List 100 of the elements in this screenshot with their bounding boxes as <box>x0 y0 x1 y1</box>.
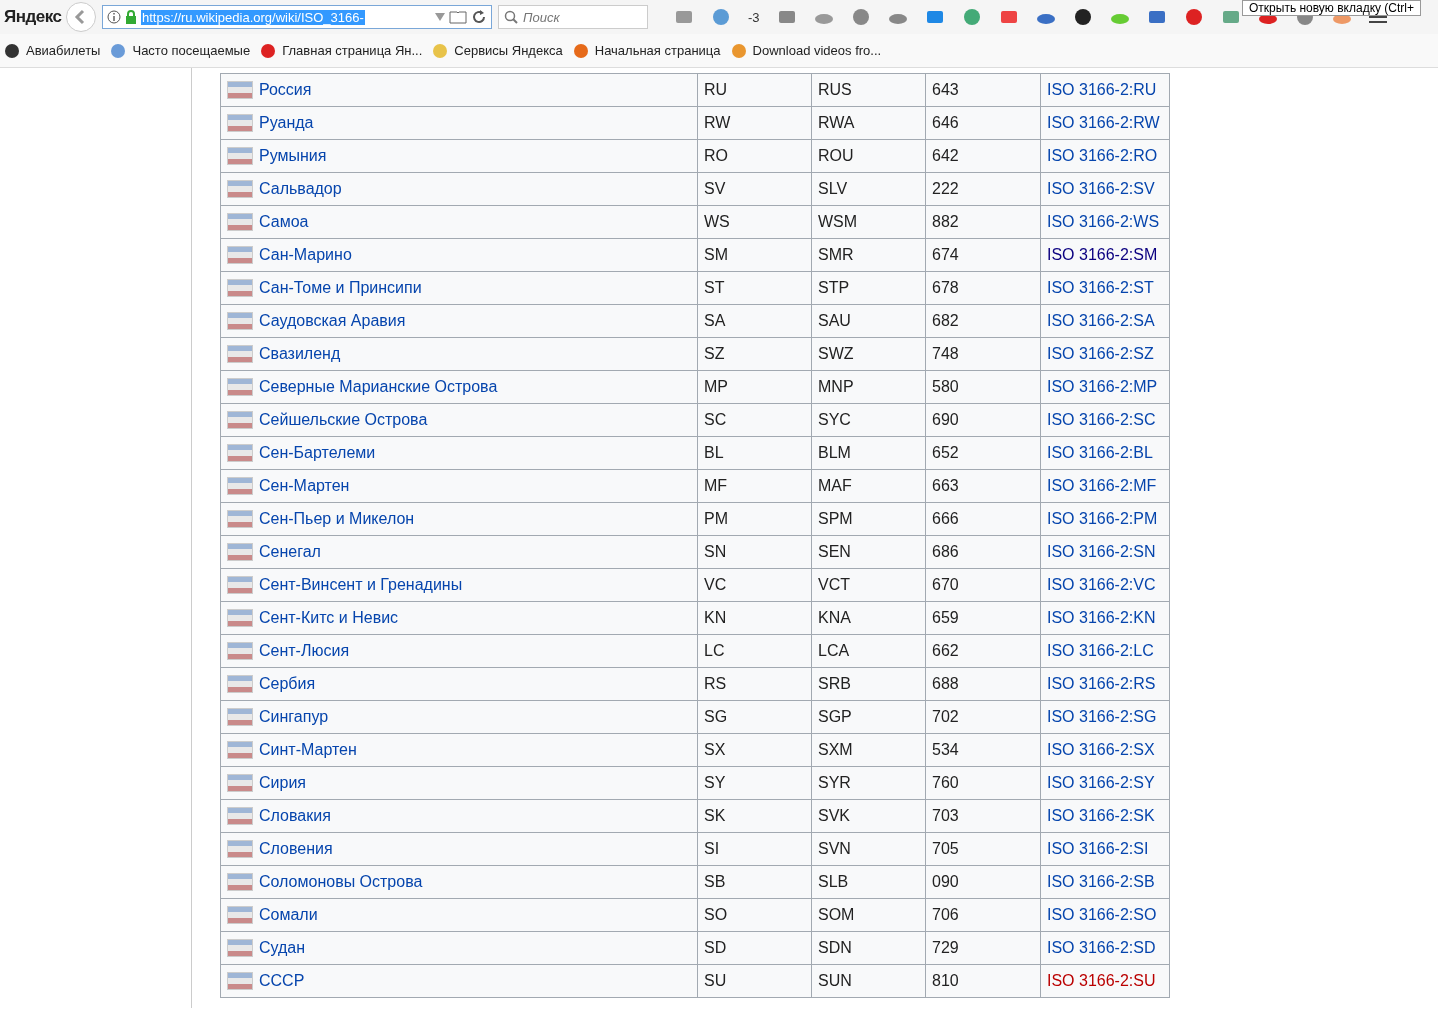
table-cell: SV <box>697 172 812 206</box>
table-cell: 678 <box>925 271 1041 305</box>
table-cell: 662 <box>925 634 1041 668</box>
flag-icon <box>227 642 253 660</box>
country-link[interactable]: Сенегал <box>259 543 321 561</box>
toolbar-extension-icon[interactable] <box>1072 7 1093 27</box>
table-cell: BLM <box>811 436 926 470</box>
table-cell: SY <box>697 766 812 800</box>
table-cell: SVN <box>811 832 926 866</box>
bookmark-icon <box>572 42 589 59</box>
table-cell: SO <box>697 898 812 932</box>
bookmark-icon <box>4 42 20 59</box>
table-cell: RWA <box>811 106 926 140</box>
bookmark-link[interactable]: Начальная страница <box>594 43 721 58</box>
table-cell: VCT <box>811 568 926 602</box>
weather-temperature[interactable]: -3 <box>748 9 760 25</box>
bookmark-link[interactable]: Сервисы Яндекса <box>454 43 563 58</box>
table-cell: 810 <box>925 964 1041 998</box>
table-cell: ROU <box>811 139 926 173</box>
bookmark-link[interactable]: Часто посещаемые <box>132 43 251 58</box>
bookmark-link[interactable]: Главная страница Ян... <box>282 43 423 58</box>
country-link[interactable]: Самоа <box>259 213 309 231</box>
dropdown-icon[interactable] <box>435 13 445 21</box>
bookmark-icon <box>432 42 449 59</box>
table-cell: SZ <box>697 337 812 371</box>
table-cell: 702 <box>925 700 1041 734</box>
reader-view-icon[interactable] <box>449 10 467 24</box>
country-link[interactable]: Свазиленд <box>259 345 341 363</box>
table-cell: 748 <box>925 337 1041 371</box>
table-cell: SN <box>697 535 812 569</box>
country-link[interactable]: Судан <box>259 939 306 957</box>
table-cell: 703 <box>925 799 1041 833</box>
bookmark-icon <box>730 42 747 59</box>
flag-icon <box>227 246 253 264</box>
table-cell: SAU <box>811 304 926 338</box>
info-icon[interactable] <box>107 10 121 24</box>
flag-icon <box>227 180 253 198</box>
country-link[interactable]: Сан-Марино <box>259 246 352 264</box>
search-field[interactable]: Поиск <box>498 5 648 29</box>
table-cell: 222 <box>925 172 1041 206</box>
browser-logo[interactable]: Яндекс <box>4 7 60 27</box>
table-cell: 682 <box>925 304 1041 338</box>
table-cell: SUN <box>811 964 926 998</box>
flag-icon <box>227 576 253 594</box>
country-link[interactable]: Россия <box>259 81 312 99</box>
country-link[interactable]: Синт-Мартен <box>259 741 357 759</box>
table-cell: SRB <box>811 667 926 701</box>
table-cell: SDN <box>811 931 926 965</box>
country-link[interactable]: Румыния <box>259 147 327 165</box>
country-link[interactable]: Соломоновы Острова <box>259 873 423 891</box>
table-cell: BL <box>697 436 812 470</box>
table-cell: RO <box>697 139 812 173</box>
table-cell: LCA <box>811 634 926 668</box>
country-link[interactable]: Сен-Бартелеми <box>259 444 376 462</box>
country-link[interactable]: Сингапур <box>259 708 329 726</box>
bookmark-icon <box>260 42 277 59</box>
table-cell: SK <box>697 799 812 833</box>
table-cell: SXM <box>811 733 926 767</box>
country-link[interactable]: Сент-Китс и Невис <box>259 609 399 627</box>
country-link[interactable]: Сербия <box>259 675 316 693</box>
flag-icon <box>227 81 253 99</box>
country-link[interactable]: Сен-Мартен <box>259 477 350 495</box>
reload-icon[interactable] <box>471 9 487 25</box>
country-link[interactable]: Словения <box>259 840 333 858</box>
country-link[interactable]: Сомали <box>259 906 318 924</box>
table-cell: SWZ <box>811 337 926 371</box>
country-link[interactable]: СССР <box>259 972 305 990</box>
table-cell: 729 <box>925 931 1041 965</box>
table-cell: SA <box>697 304 812 338</box>
flag-icon <box>227 741 253 759</box>
table-cell: RUS <box>811 73 926 107</box>
table-cell: MP <box>697 370 812 404</box>
flag-icon <box>227 873 253 891</box>
country-link[interactable]: Сирия <box>259 774 306 792</box>
back-button[interactable] <box>66 2 96 32</box>
flag-icon <box>227 345 253 363</box>
table-cell: 663 <box>925 469 1041 503</box>
flag-icon <box>227 972 253 990</box>
table-cell: SB <box>697 865 812 899</box>
country-link[interactable]: Сейшельские Острова <box>259 411 428 429</box>
table-cell: 643 <box>925 73 1041 107</box>
country-link[interactable]: Сент-Люсия <box>259 642 350 660</box>
table-cell: SOM <box>811 898 926 932</box>
flag-icon <box>227 411 253 429</box>
country-link[interactable]: Саудовская Аравия <box>259 312 406 330</box>
table-cell: WSM <box>811 205 926 239</box>
country-link[interactable]: Словакия <box>259 807 331 825</box>
bookmark-link[interactable]: Авиабилеты <box>26 43 101 58</box>
table-cell: PM <box>697 502 812 536</box>
table-cell: 670 <box>925 568 1041 602</box>
table-cell: 646 <box>925 106 1041 140</box>
country-link[interactable]: Сен-Пьер и Микелон <box>259 510 415 528</box>
table-cell: SG <box>697 700 812 734</box>
bookmark-link[interactable]: Download videos fro... <box>752 43 882 58</box>
table-cell: 706 <box>925 898 1041 932</box>
country-link[interactable]: Руанда <box>259 114 314 132</box>
table-cell: 580 <box>925 370 1041 404</box>
country-link[interactable]: Сан-Томе и Принсипи <box>259 279 422 297</box>
country-link[interactable]: Сальвадор <box>259 180 342 198</box>
table-cell: LC <box>697 634 812 668</box>
